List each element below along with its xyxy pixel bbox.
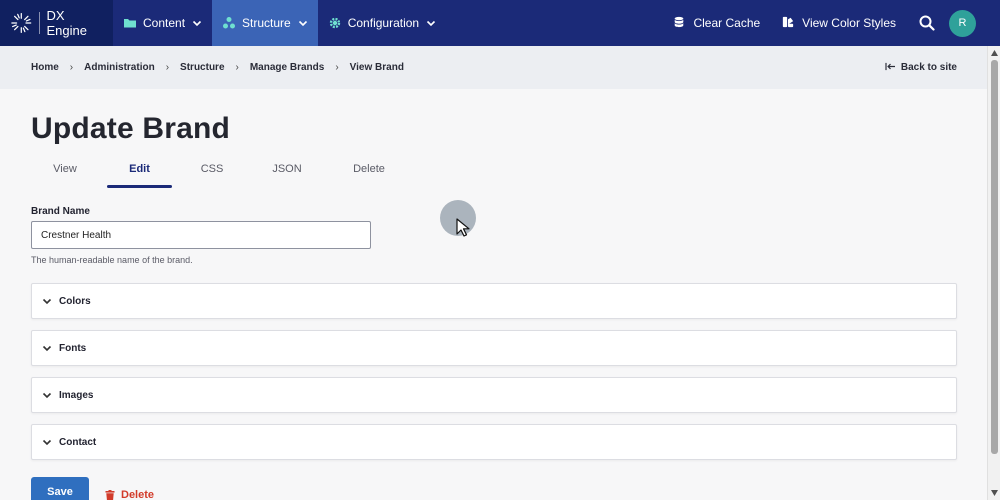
contact-section-toggle[interactable]: Contact bbox=[31, 424, 957, 460]
nav-structure[interactable]: Structure bbox=[212, 0, 318, 46]
breadcrumb-home[interactable]: Home bbox=[31, 62, 59, 73]
mouse-pointer-icon bbox=[456, 218, 470, 237]
brand-name: DX Engine bbox=[46, 8, 87, 38]
fonts-section-label: Fonts bbox=[59, 342, 87, 354]
swatches-icon bbox=[782, 16, 796, 30]
tab-delete[interactable]: Delete bbox=[339, 156, 399, 188]
scroll-up-arrow-icon[interactable] bbox=[991, 50, 998, 56]
fonts-section-toggle[interactable]: Fonts bbox=[31, 330, 957, 366]
tab-edit[interactable]: Edit bbox=[107, 156, 172, 188]
brand-divider bbox=[38, 12, 40, 34]
scroll-down-arrow-icon[interactable] bbox=[991, 490, 998, 496]
chevron-down-icon bbox=[298, 18, 308, 28]
search-button[interactable] bbox=[913, 9, 941, 37]
delete-label: Delete bbox=[121, 489, 155, 500]
view-color-styles-label: View Color Styles bbox=[802, 16, 896, 30]
back-to-site-link[interactable]: Back to site bbox=[885, 46, 957, 89]
images-section-label: Images bbox=[59, 389, 94, 401]
database-icon bbox=[673, 16, 687, 30]
page-title: Update Brand bbox=[31, 112, 231, 145]
sitemap-icon bbox=[222, 16, 236, 30]
colors-section-label: Colors bbox=[59, 295, 91, 307]
breadcrumb-separator: › bbox=[235, 62, 239, 73]
view-color-styles-button[interactable]: View Color Styles bbox=[771, 0, 907, 46]
nav-content-label: Content bbox=[143, 16, 186, 30]
user-avatar[interactable]: R bbox=[949, 9, 976, 37]
tab-json[interactable]: JSON bbox=[257, 156, 317, 188]
breadcrumb-administration[interactable]: Administration bbox=[84, 62, 155, 73]
nav-content[interactable]: Content bbox=[113, 0, 212, 46]
breadcrumb: Home › Administration › Structure › Mana… bbox=[0, 46, 987, 89]
arrow-left-to-line-icon bbox=[885, 62, 896, 74]
chevron-down-icon bbox=[192, 18, 202, 28]
chevron-down-icon bbox=[426, 18, 436, 28]
tab-css[interactable]: CSS bbox=[182, 156, 242, 188]
folder-icon bbox=[123, 16, 137, 30]
breadcrumb-view-brand[interactable]: View Brand bbox=[350, 62, 404, 73]
scrollbar-thumb[interactable] bbox=[991, 60, 998, 454]
search-icon bbox=[919, 15, 935, 31]
breadcrumb-separator: › bbox=[69, 62, 74, 73]
brand-logo-link[interactable]: DX Engine bbox=[0, 0, 113, 46]
breadcrumb-structure[interactable]: Structure bbox=[180, 62, 224, 73]
chevron-down-icon bbox=[42, 343, 52, 353]
colors-section-toggle[interactable]: Colors bbox=[31, 283, 957, 319]
clear-cache-label: Clear Cache bbox=[693, 16, 761, 30]
breadcrumb-manage-brands[interactable]: Manage Brands bbox=[250, 62, 324, 73]
brand-name-input[interactable] bbox=[31, 221, 371, 249]
gear-icon bbox=[328, 16, 342, 30]
chevron-down-icon bbox=[42, 296, 52, 306]
local-tasks-tabs: View Edit CSS JSON Delete bbox=[31, 156, 399, 188]
nav-configuration[interactable]: Configuration bbox=[318, 0, 446, 46]
top-navbar: DX Engine Content Structure Configuratio… bbox=[0, 0, 1000, 46]
page-scrollbar[interactable] bbox=[987, 46, 1000, 500]
dx-engine-logo-icon bbox=[11, 12, 32, 34]
nav-structure-label: Structure bbox=[242, 16, 291, 30]
chevron-down-icon bbox=[42, 390, 52, 400]
breadcrumb-separator: › bbox=[335, 62, 339, 73]
tab-view[interactable]: View bbox=[31, 156, 99, 188]
clear-cache-button[interactable]: Clear Cache bbox=[662, 0, 771, 46]
images-section-toggle[interactable]: Images bbox=[31, 377, 957, 413]
nav-configuration-label: Configuration bbox=[347, 16, 420, 30]
trash-icon bbox=[105, 489, 115, 500]
brand-name-description: The human-readable name of the brand. bbox=[31, 255, 193, 265]
contact-section-label: Contact bbox=[59, 436, 97, 448]
chevron-down-icon bbox=[42, 437, 52, 447]
save-button[interactable]: Save bbox=[31, 477, 89, 500]
back-to-site-label: Back to site bbox=[900, 62, 957, 73]
brand-name-label: Brand Name bbox=[31, 206, 90, 217]
breadcrumb-separator: › bbox=[165, 62, 170, 73]
delete-link[interactable]: Delete bbox=[105, 489, 154, 500]
nav-right-group: Clear Cache View Color Styles R bbox=[662, 0, 1000, 46]
